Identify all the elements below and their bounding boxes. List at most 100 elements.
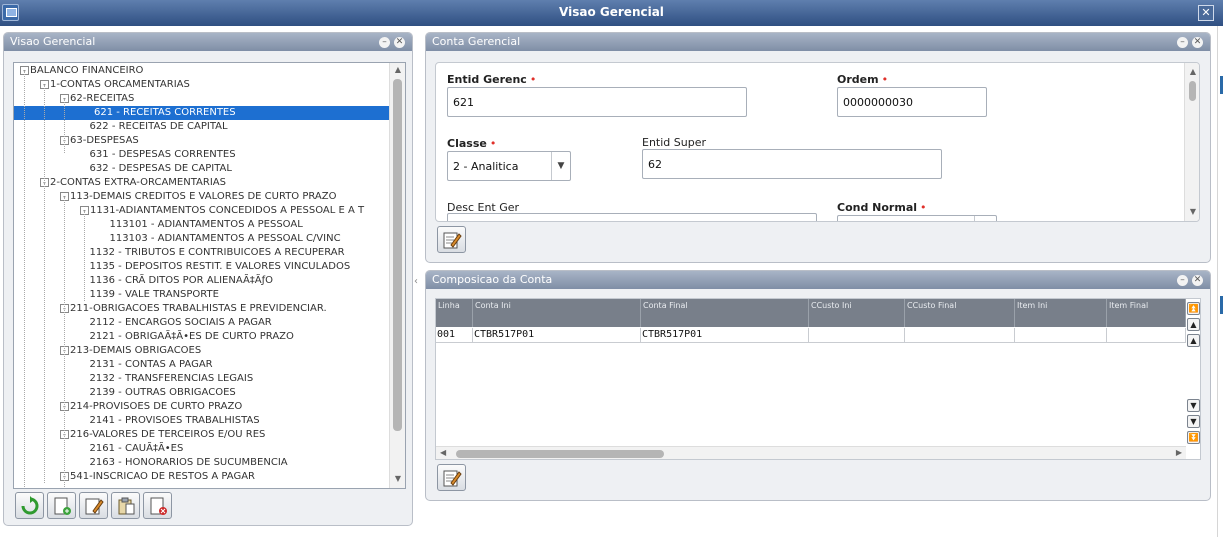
classe-select[interactable]: 2 - Analitica ▼ bbox=[447, 151, 571, 181]
delete-button[interactable] bbox=[143, 492, 172, 519]
tree-item[interactable]: -541-INSCRICAO DE RESTOS A PAGAR bbox=[60, 470, 255, 484]
scroll-thumb[interactable] bbox=[1189, 81, 1196, 101]
collapse-chevron-icon[interactable]: ‹ bbox=[414, 276, 418, 287]
close-panel-button[interactable]: ✕ bbox=[1192, 275, 1203, 286]
grid-horizontal-scrollbar[interactable]: ◀ ▶ bbox=[436, 446, 1186, 459]
tree-item[interactable]: 113103 - ADIANTAMENTOS A PESSOAL C/VINC bbox=[100, 232, 341, 246]
scroll-down-arrow-icon[interactable]: ▼ bbox=[393, 474, 403, 484]
table-cell[interactable]: CTBR517P01 bbox=[473, 328, 641, 343]
tree-item[interactable]: -213-DEMAIS OBRIGACOES bbox=[60, 344, 201, 358]
tree-item-label: 1132 - TRIBUTOS E CONTRIBUICOES A RECUPE… bbox=[89, 247, 345, 258]
column-header[interactable]: CCusto Ini bbox=[809, 299, 905, 327]
minimize-panel-button[interactable]: – bbox=[1177, 275, 1188, 286]
scroll-up-arrow-icon[interactable]: ▲ bbox=[1188, 67, 1198, 77]
tree-item[interactable]: 1136 - CRÃ DITOS POR ALIENAÃ‡ÃƒO bbox=[80, 274, 274, 288]
tree-item[interactable]: 113101 - ADIANTAMENTOS A PESSOAL bbox=[100, 218, 303, 232]
classe-label: Classe • bbox=[447, 137, 497, 150]
column-header[interactable]: Conta Ini bbox=[473, 299, 641, 327]
refresh-icon bbox=[21, 496, 39, 515]
column-header[interactable]: CCusto Final bbox=[905, 299, 1015, 327]
page-up-icon[interactable]: ▲ bbox=[1187, 318, 1200, 331]
table-cell[interactable] bbox=[1107, 328, 1186, 343]
tree-item[interactable]: -214-PROVISOES DE CURTO PRAZO bbox=[60, 400, 242, 414]
tree-item[interactable]: -2-CONTAS EXTRA-ORCAMENTARIAS bbox=[40, 176, 226, 190]
tree-item[interactable]: 2121 - OBRIGAÃ‡Ã•ES DE CURTO PRAZO bbox=[80, 330, 294, 344]
row-down-icon[interactable]: ▼ bbox=[1187, 399, 1200, 412]
table-cell[interactable] bbox=[905, 328, 1015, 343]
edit-button[interactable] bbox=[79, 492, 108, 519]
tree-item[interactable]: 1139 - VALE TRANSPORTE bbox=[80, 288, 219, 302]
ordem-input[interactable]: 0000000030 bbox=[837, 87, 987, 117]
tree-item[interactable]: 2132 - TRANSFERENCIAS LEGAIS bbox=[80, 372, 254, 386]
column-header[interactable]: Conta Final bbox=[641, 299, 809, 327]
tree-item[interactable]: -62-RECEITAS bbox=[60, 92, 134, 106]
tree-item[interactable]: 2139 - OUTRAS OBRIGACOES bbox=[80, 386, 236, 400]
tree-item-label: 211-OBRIGACOES TRABALHISTAS E PREVIDENCI… bbox=[70, 303, 327, 314]
close-panel-button[interactable]: ✕ bbox=[1192, 37, 1203, 48]
cond-normal-select[interactable] bbox=[837, 215, 997, 221]
table-cell[interactable]: 001 bbox=[436, 328, 473, 343]
tree-item[interactable]: 622 - RECEITAS DE CAPITAL bbox=[80, 120, 228, 134]
clipboard-icon bbox=[118, 497, 135, 515]
entid-super-input[interactable]: 62 bbox=[642, 149, 942, 179]
panel-header: Visao Gerencial – ✕ bbox=[4, 33, 412, 51]
scroll-right-arrow-icon[interactable]: ▶ bbox=[1176, 448, 1182, 457]
table-cell[interactable] bbox=[1015, 328, 1107, 343]
edit-conta-button[interactable] bbox=[437, 226, 466, 253]
delete-document-icon bbox=[150, 497, 167, 515]
tree-item[interactable]: 632 - DESPESAS DE CAPITAL bbox=[80, 162, 232, 176]
table-cell[interactable]: CTBR517P01 bbox=[641, 328, 809, 343]
panel-header: Composicao da Conta – ✕ bbox=[426, 271, 1210, 289]
form-vertical-scrollbar[interactable]: ▲ ▼ bbox=[1184, 63, 1199, 221]
column-header[interactable]: Item Ini bbox=[1015, 299, 1107, 327]
edit-composicao-button[interactable] bbox=[437, 464, 466, 491]
tree-item[interactable]: 2163 - HONORARIOS DE SUCUMBENCIA bbox=[80, 456, 288, 470]
minimize-panel-button[interactable]: – bbox=[1177, 37, 1188, 48]
scroll-up-arrow-icon[interactable]: ▲ bbox=[393, 65, 403, 75]
table-cell[interactable] bbox=[809, 328, 905, 343]
tree-connector bbox=[80, 121, 90, 132]
chevron-down-icon[interactable] bbox=[974, 216, 996, 221]
tree-item[interactable]: -1131-ADIANTAMENTOS CONCEDIDOS A PESSOAL… bbox=[80, 204, 364, 218]
column-header[interactable]: Linha bbox=[436, 299, 473, 327]
close-window-button[interactable]: ✕ bbox=[1198, 5, 1214, 21]
entid-gerenc-input[interactable]: 621 bbox=[447, 87, 747, 117]
add-button[interactable] bbox=[47, 492, 76, 519]
clipboard-button[interactable] bbox=[111, 492, 140, 519]
scroll-thumb[interactable] bbox=[456, 450, 664, 458]
close-panel-button[interactable]: ✕ bbox=[394, 37, 405, 48]
tree-item[interactable]: 1135 - DEPOSITOS RESTIT. E VALORES VINCU… bbox=[80, 260, 351, 274]
tree-item-label: 2139 - OUTRAS OBRIGACOES bbox=[89, 387, 236, 398]
chevron-down-icon[interactable]: ▼ bbox=[551, 152, 570, 180]
last-record-icon[interactable]: ⏬ bbox=[1187, 431, 1200, 444]
column-header[interactable]: Item Final bbox=[1107, 299, 1186, 327]
tree-item-label: 2163 - HONORARIOS DE SUCUMBENCIA bbox=[89, 457, 288, 468]
row-up-icon[interactable]: ▲ bbox=[1187, 334, 1200, 347]
scroll-thumb[interactable] bbox=[393, 79, 402, 431]
desc-ent-ger-input[interactable] bbox=[447, 213, 817, 221]
tree-vertical-scrollbar[interactable]: ▲ ▼ bbox=[389, 63, 405, 488]
tree-item[interactable]: - BALANCO FINANCEIRO bbox=[20, 64, 143, 78]
tree-item[interactable]: 621 - RECEITAS CORRENTES bbox=[14, 106, 390, 120]
tree-item[interactable]: 2141 - PROVISOES TRABALHISTAS bbox=[80, 414, 260, 428]
minimize-panel-button[interactable]: – bbox=[379, 37, 390, 48]
tree-item[interactable]: -211-OBRIGACOES TRABALHISTAS E PREVIDENC… bbox=[60, 302, 327, 316]
first-record-icon[interactable]: ⏫ bbox=[1187, 302, 1200, 315]
composicao-grid[interactable]: Linha Conta Ini Conta Final CCusto Ini CCust… bbox=[435, 298, 1201, 460]
tree-item[interactable]: 631 - DESPESAS CORRENTES bbox=[80, 148, 236, 162]
refresh-button[interactable] bbox=[15, 492, 44, 519]
tree-item[interactable]: -63-DESPESAS bbox=[60, 134, 139, 148]
scroll-left-arrow-icon[interactable]: ◀ bbox=[440, 448, 446, 457]
tree-item[interactable]: 1132 - TRIBUTOS E CONTRIBUICOES A RECUPE… bbox=[80, 246, 345, 260]
tree-item[interactable]: -113-DEMAIS CREDITOS E VALORES DE CURTO … bbox=[60, 190, 337, 204]
tree-item[interactable]: 2112 - ENCARGOS SOCIAIS A PAGAR bbox=[80, 316, 272, 330]
tree-item[interactable]: -1-CONTAS ORCAMENTARIAS bbox=[40, 78, 190, 92]
scroll-down-arrow-icon[interactable]: ▼ bbox=[1188, 207, 1198, 217]
tree-item[interactable]: 2131 - CONTAS A PAGAR bbox=[80, 358, 213, 372]
tree-item[interactable]: 2161 - CAUÃ‡Ã•ES bbox=[80, 442, 184, 456]
account-tree[interactable]: - BALANCO FINANCEIRO -1-CONTAS ORCAMENTARI… bbox=[13, 62, 406, 489]
tree-item-label: 214-PROVISOES DE CURTO PRAZO bbox=[70, 401, 243, 412]
conta-gerencial-panel: Conta Gerencial – ✕ Entid Gerenc • 621 Or… bbox=[425, 32, 1211, 263]
tree-item[interactable]: -216-VALORES DE TERCEIROS E/OU RES bbox=[60, 428, 265, 442]
page-down-icon[interactable]: ▼ bbox=[1187, 415, 1200, 428]
